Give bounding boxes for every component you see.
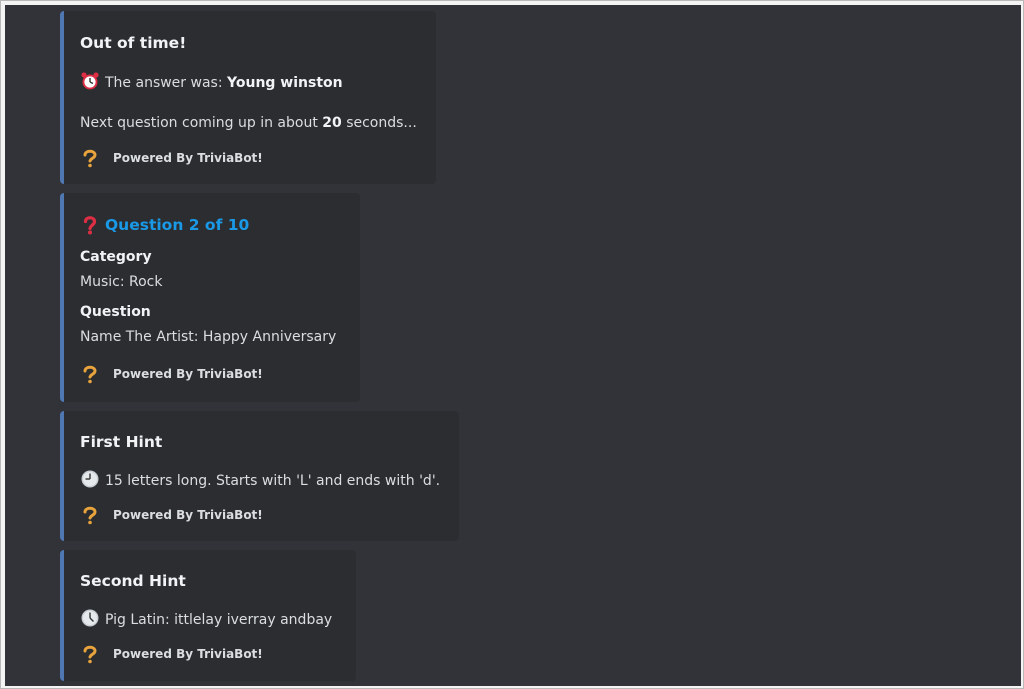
footer-text: Powered By TriviaBot! — [113, 647, 263, 661]
footer-text: Powered By TriviaBot! — [113, 367, 263, 381]
answer-value: Young winston — [227, 75, 343, 91]
answer-line: The answer was: Young winston — [80, 71, 343, 91]
embed-footer: Powered By TriviaBot! — [80, 148, 263, 168]
hint-text: Pig Latin: ittlelay iverray andbay — [105, 612, 333, 628]
question-label: Question — [80, 304, 151, 320]
embed-first-hint: First Hint 15 letters long. Starts with … — [60, 411, 459, 541]
triviabot-icon — [83, 149, 97, 168]
category-label: Category — [80, 249, 152, 265]
question-title[interactable]: Question 2 of 10 — [105, 216, 249, 234]
embed-footer: Powered By TriviaBot! — [80, 364, 263, 384]
embed-footer: Powered By TriviaBot! — [80, 505, 263, 525]
triviabot-icon — [83, 645, 97, 664]
clock-icon — [81, 609, 99, 627]
answer-prefix: The answer was: — [105, 75, 227, 91]
embed-second-hint: Second Hint Pig Latin: ittlelay iverray … — [60, 550, 356, 681]
embed-title: Out of time! — [80, 34, 187, 52]
category-value: Music: Rock — [80, 274, 163, 290]
triviabot-icon — [83, 506, 97, 525]
question-value: Name The Artist: Happy Anniversary — [80, 329, 337, 345]
clock-icon — [81, 470, 99, 488]
triviabot-icon — [83, 365, 97, 384]
embed-footer: Powered By TriviaBot! — [80, 644, 263, 664]
alarm-clock-icon — [81, 72, 99, 90]
embed-question: Question 2 of 10 Category Music: Rock Qu… — [60, 193, 360, 402]
next-seconds: 20 — [322, 115, 342, 131]
hint-line: Pig Latin: ittlelay iverray andbay — [80, 608, 332, 628]
chat-viewport: Out of time! The answer was: Young winst… — [5, 5, 1021, 686]
next-prefix: Next question coming up in about — [80, 115, 323, 131]
hint-line: 15 letters long. Starts with 'L' and end… — [80, 469, 440, 489]
footer-text: Powered By TriviaBot! — [113, 508, 263, 522]
embed-title[interactable]: Question 2 of 10 — [80, 215, 249, 235]
embed-out-of-time: Out of time! The answer was: Young winst… — [60, 11, 436, 184]
embed-title: Second Hint — [80, 572, 186, 590]
next-question-line: Next question coming up in about 20 seco… — [80, 115, 417, 131]
screenshot-frame: Out of time! The answer was: Young winst… — [0, 0, 1024, 689]
footer-text: Powered By TriviaBot! — [113, 151, 263, 165]
red-question-icon — [83, 216, 97, 235]
hint-text: 15 letters long. Starts with 'L' and end… — [105, 473, 441, 489]
embed-title: First Hint — [80, 433, 163, 451]
next-suffix: seconds... — [341, 115, 417, 131]
